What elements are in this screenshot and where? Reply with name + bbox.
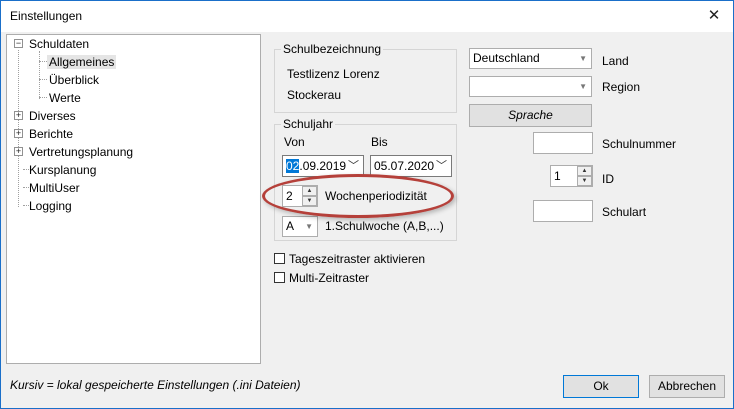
tree-item-schuldaten[interactable]: Schuldaten xyxy=(29,35,89,53)
tree-item-label: Werte xyxy=(49,91,81,105)
id-stepper[interactable]: 1 ▲ ▼ xyxy=(550,165,593,187)
schulart-field[interactable] xyxy=(533,200,593,222)
spin-up-icon[interactable]: ▲ xyxy=(577,166,592,176)
tree-item-multiuser[interactable]: MultiUser xyxy=(29,179,80,197)
window-title: Einstellungen xyxy=(10,9,83,23)
id-label: ID xyxy=(602,172,614,186)
tree-item-ueberblick[interactable]: Überblick xyxy=(49,71,99,89)
multizeitraster-label: Multi-Zeitraster xyxy=(289,271,370,285)
school-name-line2: Stockerau xyxy=(287,88,342,102)
land-value: Deutschland xyxy=(473,51,540,65)
tree-expander-diverses[interactable]: + xyxy=(14,111,23,120)
tree-item-label: Kursplanung xyxy=(29,163,97,177)
title-bar: Einstellungen ✕ xyxy=(1,1,733,32)
tree-item-label: Allgemeines xyxy=(47,55,117,69)
dropdown-arrow-icon[interactable]: ▼ xyxy=(579,77,587,96)
tree-item-allgemeines[interactable]: Allgemeines xyxy=(47,53,117,71)
tree-item-label: Diverses xyxy=(29,109,76,123)
dialog-footer: Kursiv = lokal gespeicherte Einstellunge… xyxy=(1,366,733,408)
ok-button[interactable]: Ok xyxy=(563,375,639,398)
land-select[interactable]: Deutschland ▼ xyxy=(469,48,592,69)
tree-item-label: Vertretungsplanung xyxy=(29,145,134,159)
sprache-button[interactable]: Sprache xyxy=(469,104,592,127)
bis-date-picker[interactable]: 05.07.2020 ﹀ xyxy=(370,155,452,177)
id-value: 1 xyxy=(554,169,561,183)
tree-item-kursplanung[interactable]: Kursplanung xyxy=(29,161,96,179)
schulart-label: Schulart xyxy=(602,205,647,219)
tageszeitraster-label: Tageszeitraster aktivieren xyxy=(289,252,426,266)
tree-item-label: Überblick xyxy=(49,73,100,87)
close-icon[interactable]: ✕ xyxy=(701,4,727,28)
chevron-down-icon[interactable]: ﹀ xyxy=(348,156,359,176)
chevron-down-icon[interactable]: ﹀ xyxy=(436,156,447,176)
woche-label: 1.Schulwoche (A,B,...) xyxy=(325,219,444,233)
tree-item-logging[interactable]: Logging xyxy=(29,197,72,215)
spin-down-icon[interactable]: ▼ xyxy=(577,176,592,186)
spin-buttons[interactable]: ▲ ▼ xyxy=(577,166,592,186)
bis-label: Bis xyxy=(371,135,388,149)
cancel-button[interactable]: Abbrechen xyxy=(649,375,725,398)
tree-item-vertretungsplanung[interactable]: Vertretungsplanung xyxy=(29,143,133,161)
region-select[interactable]: ▼ xyxy=(469,76,592,97)
dropdown-arrow-icon[interactable]: ▼ xyxy=(579,49,587,68)
von-day-selected: 02 xyxy=(286,159,300,173)
dropdown-arrow-icon[interactable]: ▼ xyxy=(305,217,313,236)
tree-item-label: Berichte xyxy=(29,127,74,141)
tree-expander-vertretungsplanung[interactable]: + xyxy=(14,147,23,156)
tree-expander-berichte[interactable]: + xyxy=(14,129,23,138)
schuljahr-legend: Schuljahr xyxy=(281,117,336,131)
tageszeitraster-checkbox[interactable] xyxy=(274,253,285,264)
bis-date-value: 05.07.2020 xyxy=(374,159,435,173)
von-date-rest: .09.2019 xyxy=(299,159,347,173)
woche-select[interactable]: A ▼ xyxy=(282,216,318,237)
settings-window: Einstellungen ✕ − Schuldaten Allgemeines… xyxy=(0,0,734,409)
settings-tree: − Schuldaten Allgemeines Überblick Werte… xyxy=(6,34,261,364)
woche-value: A xyxy=(286,219,295,233)
footer-note: Kursiv = lokal gespeicherte Einstellunge… xyxy=(10,378,301,392)
tree-item-label: Logging xyxy=(29,199,72,213)
land-label: Land xyxy=(602,54,629,68)
highlight-ring xyxy=(262,174,454,218)
multizeitraster-checkbox[interactable] xyxy=(274,272,285,283)
tree-item-label: MultiUser xyxy=(29,181,80,195)
tree-item-berichte[interactable]: Berichte xyxy=(29,125,73,143)
schulnummer-label: Schulnummer xyxy=(602,137,677,151)
school-name-line1: Testlizenz Lorenz xyxy=(287,67,380,81)
schulnummer-field[interactable] xyxy=(533,132,593,154)
tree-item-diverses[interactable]: Diverses xyxy=(29,107,76,125)
tree-expander-schuldaten[interactable]: − xyxy=(14,39,23,48)
region-label: Region xyxy=(602,80,641,94)
schulbezeichnung-legend: Schulbezeichnung xyxy=(281,42,384,56)
von-label: Von xyxy=(284,135,305,149)
tree-item-werte[interactable]: Werte xyxy=(49,89,81,107)
tree-item-label: Schuldaten xyxy=(29,37,90,51)
schulbezeichnung-group: Schulbezeichnung Testlizenz Lorenz Stock… xyxy=(274,42,457,113)
